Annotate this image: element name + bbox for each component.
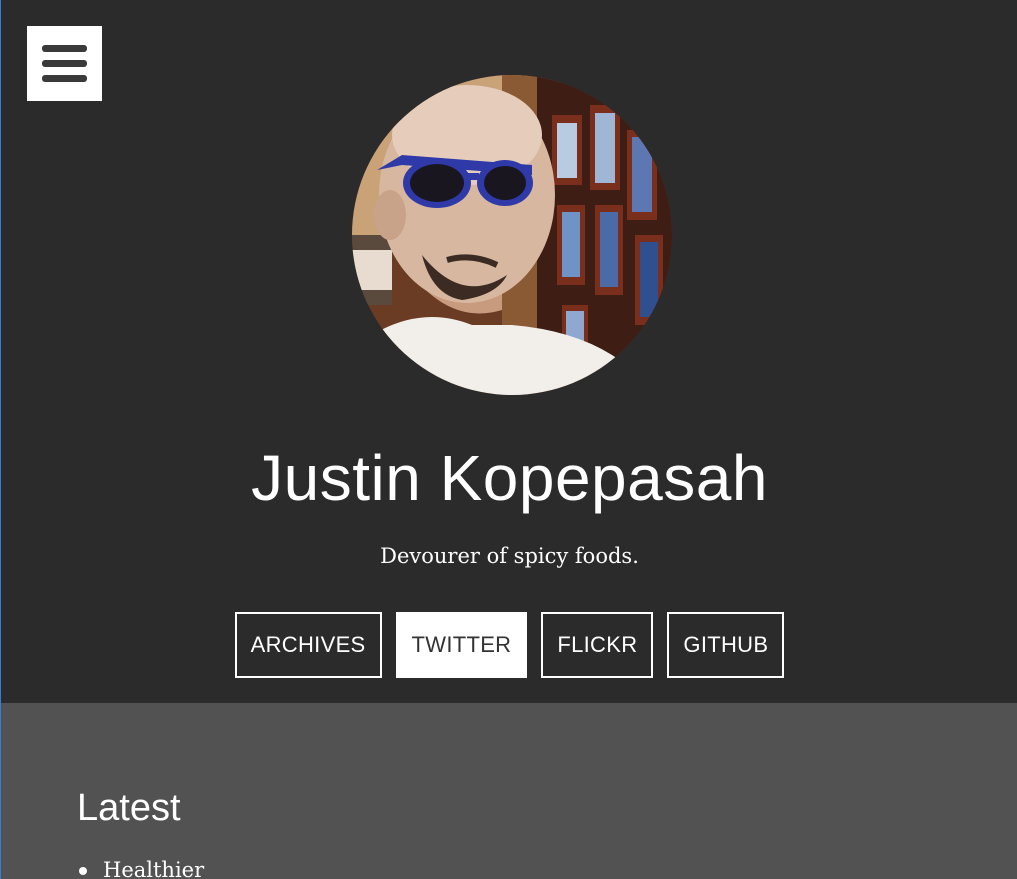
- avatar: [352, 75, 672, 395]
- profile-tagline: Devourer of spicy foods.: [380, 544, 639, 568]
- github-link[interactable]: GitHub: [667, 612, 785, 678]
- page: Justin Kopepasah Devourer of spicy foods…: [0, 0, 1017, 879]
- list-item: Healthier: [77, 855, 204, 879]
- profile-header: Justin Kopepasah Devourer of spicy foods…: [1, 0, 1017, 703]
- flickr-link[interactable]: Flickr: [541, 612, 654, 678]
- post-list: Healthier: [77, 855, 204, 879]
- latest-section: Latest Healthier: [1, 703, 1017, 879]
- archives-link[interactable]: Archives: [234, 612, 382, 678]
- latest-title: Latest: [77, 787, 181, 829]
- avatar-photo: [352, 75, 672, 395]
- social-links: Archives Twitter Flickr GitHub: [1, 612, 1017, 678]
- menu-button[interactable]: [27, 26, 102, 101]
- twitter-link[interactable]: Twitter: [395, 612, 528, 678]
- bullet-icon: [79, 867, 87, 875]
- profile-name: Justin Kopepasah: [251, 442, 768, 514]
- post-link[interactable]: Healthier: [103, 858, 204, 879]
